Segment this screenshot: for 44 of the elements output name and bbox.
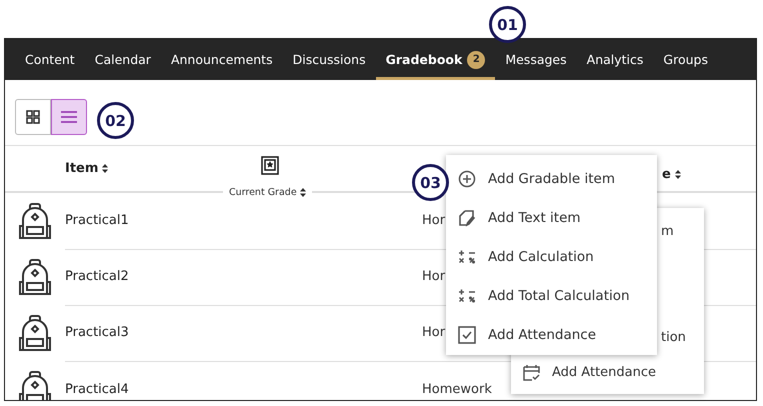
count-badge: 2	[467, 50, 486, 68]
document-pencil-icon	[458, 208, 476, 226]
sort-icon	[300, 188, 306, 197]
table-cell: Hor	[422, 269, 446, 284]
backpack-icon	[18, 202, 52, 240]
menu-item[interactable]: Add Gradable item	[446, 159, 657, 198]
table-cell: Hor	[422, 213, 446, 228]
column-header[interactable]: Item	[65, 161, 108, 176]
calendar-check-icon	[523, 364, 540, 381]
calculator-symbols-icon	[458, 288, 476, 304]
table-cell-text: Practical4	[65, 382, 130, 396]
nav-tab[interactable]: Groups	[653, 39, 718, 80]
table-cell-text: Practical3	[65, 325, 130, 340]
menu-item[interactable]: Add Calculation	[446, 237, 657, 276]
calculator-symbols-icon	[458, 248, 476, 264]
list-icon	[61, 110, 77, 122]
table-cell-text: Practical2	[65, 269, 130, 284]
table-cell: Hor	[422, 325, 446, 340]
menu-item[interactable]: Add Text item	[446, 198, 657, 237]
view-toggle-button[interactable]	[51, 98, 87, 134]
backpack-icon	[18, 314, 52, 352]
nav-tab[interactable]: Content	[15, 39, 85, 80]
nav-tab[interactable]: Announcements	[160, 39, 283, 80]
column-header[interactable]: Current Grade	[223, 187, 312, 198]
menu-item[interactable]: Add Total Calculation	[446, 276, 657, 315]
nav-tab[interactable]: Gradebook 2	[376, 39, 496, 80]
nav-tab[interactable]: Discussions	[282, 39, 376, 80]
plus-circle-icon	[458, 170, 476, 188]
backpack-icon	[18, 370, 52, 400]
grid-icon	[26, 110, 40, 124]
sort-icon	[102, 164, 108, 173]
callout-number: 01	[489, 6, 526, 43]
table-cell-text: Practical1	[65, 213, 130, 228]
menu-item[interactable]: Add Attendance	[446, 315, 657, 354]
sort-icon	[674, 170, 681, 179]
column-header[interactable]: e	[662, 167, 681, 182]
checkbox-icon	[458, 326, 476, 344]
view-toggle-button[interactable]	[15, 98, 51, 134]
nav-tab[interactable]: Calendar	[84, 39, 161, 80]
nav-tab[interactable]: Analytics	[576, 39, 654, 80]
backpack-icon	[18, 258, 52, 296]
gradebook-icon	[261, 155, 279, 175]
table-cell: Homework	[422, 382, 492, 396]
menu-item[interactable]: Add Attendance	[511, 355, 704, 390]
